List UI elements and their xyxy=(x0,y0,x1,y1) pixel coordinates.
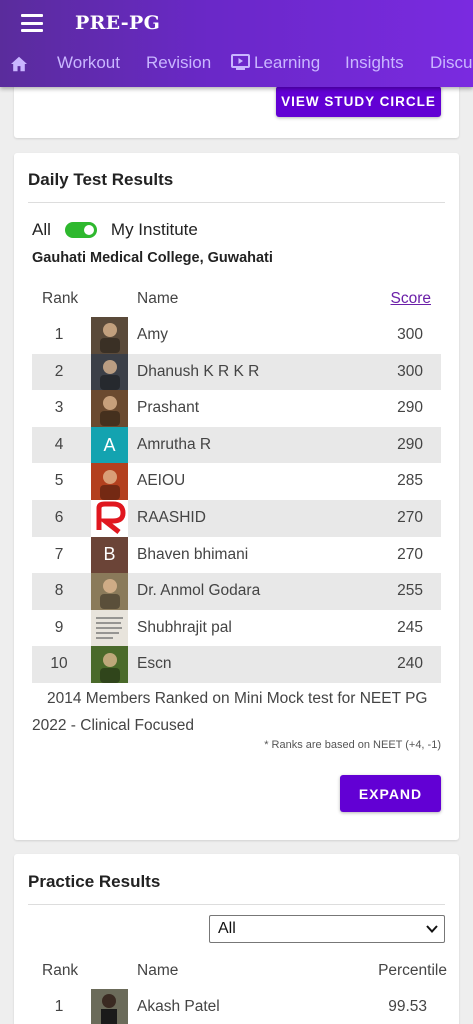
app-bar: PRE-PG Workout Revision Learning Insight… xyxy=(0,0,473,87)
row-rank: 5 xyxy=(54,472,64,490)
institute-toggle-switch[interactable] xyxy=(64,222,97,238)
expand-button[interactable]: EXPAND xyxy=(340,775,441,812)
row-name: Shubhrajit pal xyxy=(137,618,232,636)
row-score: 285 xyxy=(397,472,423,490)
header-name: Name xyxy=(137,962,179,979)
chevron-down-icon xyxy=(426,925,438,933)
row-rank: 6 xyxy=(54,508,64,526)
header-percentile: Percentile xyxy=(378,962,447,979)
table-row[interactable]: 3 Prashant 290 xyxy=(32,390,441,427)
row-rank: 7 xyxy=(54,545,64,563)
daily-test-results-card: Daily Test Results All My Institute Gauh… xyxy=(14,153,459,840)
tab-learning-label: Learning xyxy=(254,53,321,72)
select-value: All xyxy=(218,920,236,937)
table-header: Rank Name Score xyxy=(32,290,441,310)
divider xyxy=(28,904,445,905)
row-name: AEIOU xyxy=(137,472,186,490)
table-row[interactable]: 8 Dr. Anmol Godara 255 xyxy=(32,573,441,610)
table-row[interactable]: 1 Amy 300 xyxy=(32,317,441,354)
table-row[interactable]: 7 B Bhaven bhimani 270 xyxy=(32,536,441,574)
institute-name: Gauhati Medical College, Guwahati xyxy=(32,250,273,266)
row-rank: 10 xyxy=(50,655,68,673)
app-title: PRE-PG xyxy=(75,12,161,34)
row-rank: 1 xyxy=(54,326,64,343)
tab-revision[interactable]: Revision xyxy=(146,53,211,73)
avatar xyxy=(91,463,128,500)
avatar xyxy=(91,353,128,391)
practice-filter-select[interactable]: All xyxy=(209,915,445,943)
table-row[interactable]: 2 Dhanush K R K R 300 xyxy=(32,353,441,391)
table-row[interactable]: 1 Akash Patel 99.53 xyxy=(32,989,441,1024)
members-line-2: 2022 - Clinical Focused xyxy=(32,717,194,734)
row-name: RAASHID xyxy=(137,508,206,526)
divider xyxy=(28,202,445,203)
row-name: Amrutha R xyxy=(137,435,212,453)
row-name: Akash Patel xyxy=(137,998,220,1015)
row-name: Dhanush K R K R xyxy=(137,362,260,380)
toggle-label-my-institute[interactable]: My Institute xyxy=(111,220,198,240)
row-score: 270 xyxy=(397,545,423,563)
table-row[interactable]: 5 AEIOU 285 xyxy=(32,463,441,500)
header-score-sort[interactable]: Score xyxy=(391,290,432,308)
row-name: Bhaven bhimani xyxy=(137,545,249,563)
header-rank: Rank xyxy=(42,290,79,307)
avatar xyxy=(91,499,128,537)
row-score: 290 xyxy=(397,399,423,417)
row-percentile: 99.53 xyxy=(388,998,427,1015)
row-score: 245 xyxy=(397,618,423,636)
row-name: Amy xyxy=(137,326,168,343)
row-score: 290 xyxy=(397,435,423,453)
row-rank: 9 xyxy=(54,618,64,636)
row-score: 255 xyxy=(397,582,423,600)
row-name: Escn xyxy=(137,655,172,673)
tab-learning[interactable]: Learning xyxy=(231,53,320,73)
members-line-1: 2014 Members Ranked on Mini Mock test fo… xyxy=(47,690,428,707)
table-row[interactable]: 10 Escn 240 xyxy=(32,646,441,683)
row-rank: 8 xyxy=(54,582,64,600)
row-score: 300 xyxy=(397,326,423,343)
menu-icon[interactable] xyxy=(21,14,43,32)
row-name: Dr. Anmol Godara xyxy=(137,582,261,600)
tab-discussion[interactable]: Discu xyxy=(430,53,473,73)
daily-test-results-title: Daily Test Results xyxy=(28,170,174,189)
avatar xyxy=(91,317,128,354)
row-rank: 3 xyxy=(54,399,64,417)
header-rank: Rank xyxy=(42,962,79,979)
row-score: 300 xyxy=(397,362,423,380)
tab-workout[interactable]: Workout xyxy=(57,53,120,73)
scope-toggle-row: All My Institute xyxy=(32,219,198,241)
ranking-note: * Ranks are based on NEET (+4, -1) xyxy=(264,739,441,751)
practice-results-title: Practice Results xyxy=(28,872,161,891)
table-row[interactable]: 4 A Amrutha R 290 xyxy=(32,426,441,464)
avatar xyxy=(91,390,128,427)
row-rank: 2 xyxy=(54,362,64,380)
row-rank: 1 xyxy=(54,998,64,1015)
toggle-label-all[interactable]: All xyxy=(32,220,51,240)
table-row[interactable]: 9 Shubhrajit pal 245 xyxy=(32,609,441,647)
row-score: 240 xyxy=(397,655,423,673)
practice-results-card: Practice Results All Rank Name Percentil… xyxy=(14,854,459,1024)
row-name: Prashant xyxy=(137,399,200,417)
avatar xyxy=(91,609,128,647)
avatar: A xyxy=(91,426,128,464)
play-screen-icon xyxy=(231,54,250,70)
practice-table-header: Rank Name Percentile xyxy=(32,962,447,982)
members-ranked-text: 2014 Members Ranked on Mini Mock test fo… xyxy=(32,685,452,739)
avatar xyxy=(91,646,128,683)
row-score: 270 xyxy=(397,508,423,526)
view-study-circle-button[interactable]: VIEW STUDY CIRCLE xyxy=(276,86,441,117)
row-rank: 4 xyxy=(54,435,64,453)
results-table: 1 Amy 300 2 Dhanush K R K R 300 3 Prashant 290 4 A… xyxy=(32,317,441,683)
table-row[interactable]: 6 RAASHID 270 xyxy=(32,499,441,537)
avatar xyxy=(91,573,128,610)
tab-insights[interactable]: Insights xyxy=(345,53,404,73)
avatar: B xyxy=(91,536,128,574)
header-name: Name xyxy=(137,290,179,307)
avatar xyxy=(91,989,128,1024)
home-icon[interactable] xyxy=(10,56,28,72)
